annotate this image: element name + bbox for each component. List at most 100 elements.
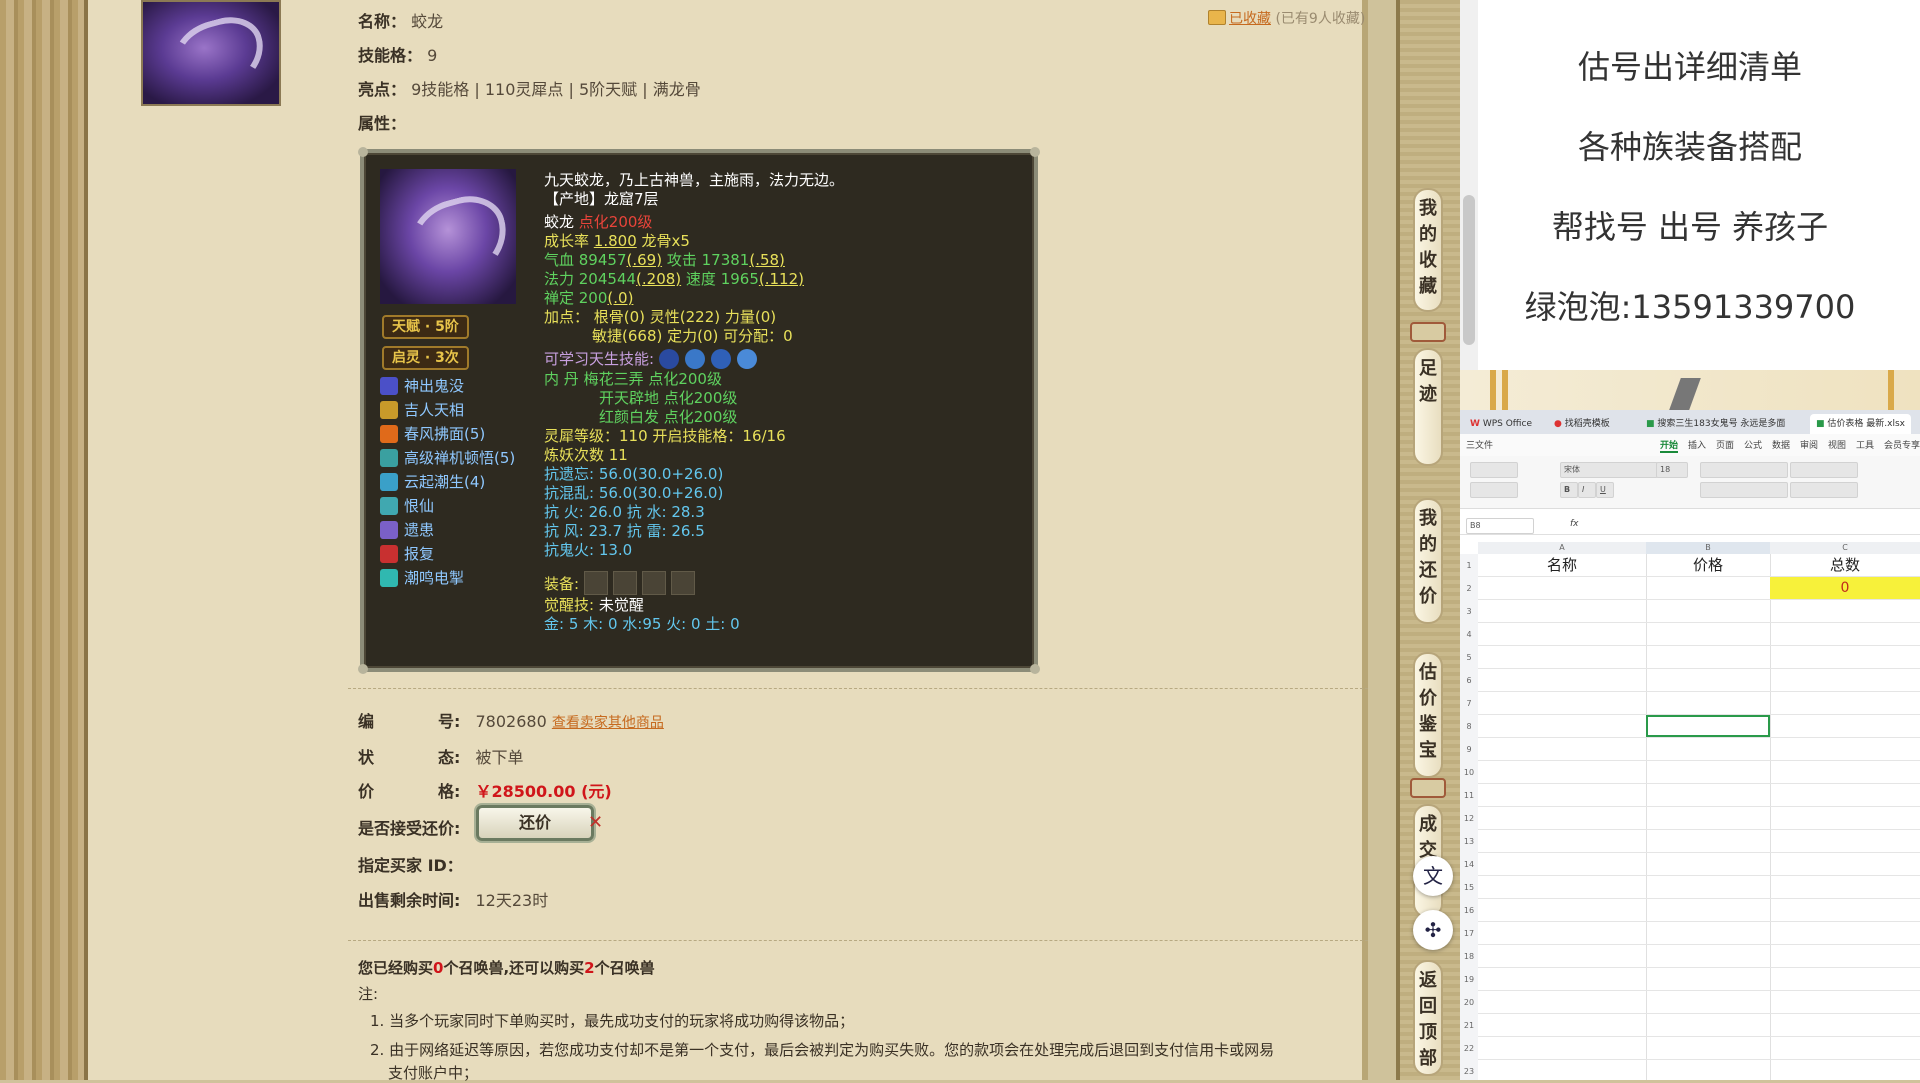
nav-my-favorites[interactable]: 我的收藏 (1413, 188, 1443, 312)
row-header[interactable]: 12 (1460, 807, 1478, 831)
col-header-c[interactable]: C (1770, 542, 1920, 554)
row-header[interactable]: 15 (1460, 876, 1478, 900)
merge-button[interactable] (1790, 482, 1858, 498)
cell-price-header[interactable]: 价格 (1646, 554, 1770, 577)
menu-file[interactable]: 三文件 (1466, 438, 1493, 451)
col-header-a[interactable]: A (1478, 542, 1647, 554)
menu-home[interactable]: 开始 (1660, 438, 1679, 453)
col-header-b[interactable]: B (1646, 542, 1771, 554)
ad-line-3: 帮找号 出号 养孩子 (1551, 208, 1829, 246)
nav-my-offers[interactable]: 我的还价 (1413, 498, 1443, 624)
skill-item[interactable]: 云起潮生(4) (380, 471, 485, 493)
skill-icon (380, 377, 398, 395)
row-header[interactable]: 23 (1460, 1060, 1478, 1080)
innate-skill-icon[interactable] (710, 349, 731, 369)
skill-item[interactable]: 吉人天相 (380, 399, 464, 421)
menu-insert[interactable]: 插入 (1688, 438, 1706, 451)
row-header[interactable]: 21 (1460, 1014, 1478, 1038)
refine-count-row: 炼妖次数 11 (544, 446, 628, 464)
row-header[interactable]: 20 (1460, 991, 1478, 1015)
wps-tab-doc[interactable]: ■ 搜索三生183女鬼号 永远是多面 (1640, 414, 1791, 434)
innate-skill-icon[interactable] (736, 349, 757, 369)
row-header[interactable]: 13 (1460, 830, 1478, 854)
grid-line (1478, 829, 1920, 830)
wps-tab-templates[interactable]: ● 找稻壳模板 (1548, 414, 1616, 434)
equip-slot[interactable] (670, 571, 695, 595)
row-header[interactable]: 22 (1460, 1037, 1478, 1061)
wrap-button[interactable] (1790, 462, 1858, 478)
menu-member[interactable]: 会员专享 (1884, 438, 1920, 451)
network-graph-icon[interactable]: ✣ (1413, 910, 1453, 950)
innate-skill-icon[interactable] (658, 349, 679, 369)
align-group[interactable] (1700, 462, 1788, 478)
underline-button[interactable]: U (1596, 482, 1614, 498)
grid-line (1478, 645, 1920, 646)
favorite-link[interactable]: 已收藏 (1229, 11, 1271, 27)
row-header[interactable]: 2 (1460, 577, 1478, 601)
spirit-level-row: 灵犀等级：110 开启技能格：16/16 (544, 427, 786, 445)
paste-button[interactable] (1470, 482, 1518, 498)
row-header[interactable]: 1 (1460, 554, 1478, 578)
row-header[interactable]: 4 (1460, 623, 1478, 647)
equip-slot[interactable] (583, 571, 608, 595)
menu-data[interactable]: 数据 (1772, 438, 1790, 451)
row-header[interactable]: 6 (1460, 669, 1478, 693)
grid-line (1478, 714, 1920, 715)
italic-button[interactable]: I (1578, 482, 1596, 498)
selected-cell[interactable] (1646, 715, 1770, 737)
remain-label: 出售剩余时间: (358, 891, 461, 910)
grid-line (1478, 1013, 1920, 1014)
skill-item[interactable]: 潮鸣电掣 (380, 567, 464, 589)
format-painter-button[interactable] (1470, 462, 1518, 478)
menu-review[interactable]: 审阅 (1800, 438, 1818, 451)
wps-tab-home[interactable]: W WPS Office (1464, 414, 1538, 434)
cell-reference-box[interactable]: B8 (1466, 518, 1534, 534)
skill-item[interactable]: 高级禅机顿悟(5) (380, 447, 515, 469)
menu-formula[interactable]: 公式 (1744, 438, 1762, 451)
menu-page[interactable]: 页面 (1716, 438, 1734, 451)
menu-view[interactable]: 视图 (1828, 438, 1846, 451)
equip-slot[interactable] (612, 571, 637, 595)
innate-skill-icon[interactable] (684, 349, 705, 369)
row-header[interactable]: 11 (1460, 784, 1478, 808)
skill-item[interactable]: 神出鬼没 (380, 375, 464, 397)
nav-back-to-top[interactable]: 返回顶部 (1413, 960, 1443, 1076)
row-header[interactable]: 9 (1460, 738, 1478, 762)
row-header[interactable]: 16 (1460, 899, 1478, 923)
row-header[interactable]: 19 (1460, 968, 1478, 992)
nav-appraisal[interactable]: 估价鉴宝 (1413, 652, 1443, 778)
row-header[interactable]: 5 (1460, 646, 1478, 670)
align-group-2[interactable] (1700, 482, 1788, 498)
wps-tab-active-sheet[interactable]: ■ 估价表格 最新.xlsx (1810, 414, 1911, 434)
note-1: 1. 当多个玩家同时下单购买时，最先成功支付的玩家将成功购得该物品； (370, 1012, 855, 1030)
skill-item[interactable]: 报复 (380, 543, 434, 565)
equip-slot[interactable] (641, 571, 666, 595)
skill-item[interactable]: 春风拂面(5) (380, 423, 485, 445)
ad-scrollbar[interactable] (1460, 0, 1478, 410)
row-header[interactable]: 10 (1460, 761, 1478, 785)
highlights-value: 9技能格 | 110灵犀点 | 5阶天赋 | 满龙骨 (411, 80, 701, 99)
font-size-select[interactable]: 18 (1656, 462, 1688, 478)
nav-footprints[interactable]: 足迹 (1413, 348, 1443, 466)
row-header[interactable]: 17 (1460, 922, 1478, 946)
grid-line (1478, 875, 1920, 876)
row-header[interactable]: 14 (1460, 853, 1478, 877)
grid-line (1478, 921, 1920, 922)
translate-icon[interactable]: 文 (1413, 856, 1453, 896)
seller-other-items-link[interactable]: 查看卖家其他商品 (552, 715, 664, 731)
cell-total-value[interactable]: 0 (1770, 577, 1920, 599)
row-header[interactable]: 7 (1460, 692, 1478, 716)
cell-total-header[interactable]: 总数 (1770, 554, 1920, 577)
row-header[interactable]: 3 (1460, 600, 1478, 624)
font-name-select[interactable]: 宋体 (1560, 462, 1658, 478)
bold-button[interactable]: B (1560, 482, 1578, 498)
skill-item[interactable]: 恨仙 (380, 495, 434, 517)
menu-tools[interactable]: 工具 (1856, 438, 1874, 451)
row-header[interactable]: 18 (1460, 945, 1478, 969)
fx-icon[interactable]: fx (1570, 519, 1579, 529)
haggle-button[interactable]: 还价 (476, 805, 594, 841)
skill-icon (380, 545, 398, 563)
skill-item[interactable]: 遗患 (380, 519, 434, 541)
row-header[interactable]: 8 (1460, 715, 1478, 739)
cell-name-header[interactable]: 名称 (1478, 554, 1646, 577)
